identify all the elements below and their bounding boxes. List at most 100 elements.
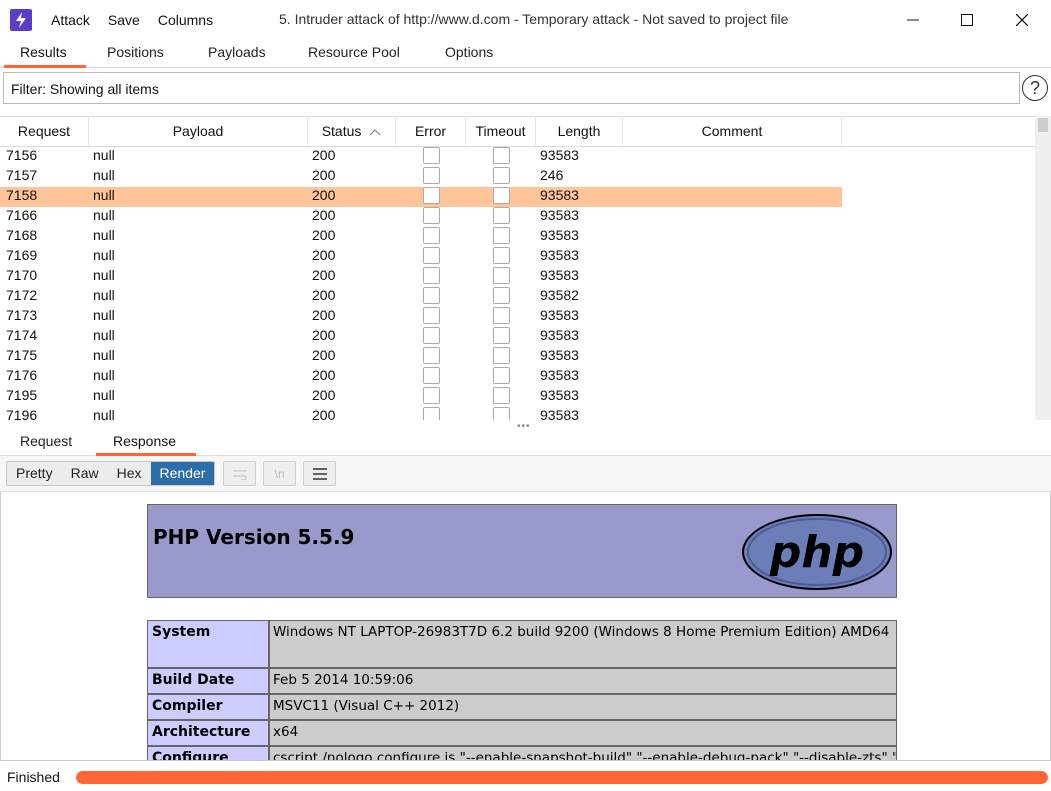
- cell-request: 7195: [6, 387, 38, 403]
- error-checkbox: [423, 387, 440, 404]
- php-logo: php: [742, 514, 892, 590]
- table-row[interactable]: 7169 null 200 93583: [0, 247, 842, 267]
- render-button[interactable]: Render: [150, 462, 215, 485]
- php-info-value: Windows NT LAPTOP-26983T7D 6.2 build 920…: [269, 620, 897, 668]
- tab-response[interactable]: Response: [113, 433, 176, 449]
- cell-status: 200: [312, 247, 336, 263]
- column-header-status[interactable]: Status: [308, 117, 396, 147]
- cell-request: 7196: [6, 407, 38, 420]
- table-row[interactable]: 7172 null 200 93582: [0, 287, 842, 307]
- table-row[interactable]: 7157 null 200 246: [0, 167, 842, 187]
- view-mode-group: Pretty Raw Hex Render: [6, 461, 216, 486]
- table-row[interactable]: 7168 null 200 93583: [0, 227, 842, 247]
- cell-request: 7173: [6, 307, 38, 323]
- cell-request: 7175: [6, 347, 38, 363]
- table-row[interactable]: 7170 null 200 93583: [0, 267, 842, 287]
- filter-bar[interactable]: Filter: Showing all items: [3, 72, 1020, 104]
- menu-columns[interactable]: Columns: [158, 12, 213, 28]
- cell-length: 93583: [540, 147, 579, 163]
- cell-length: 93583: [540, 347, 579, 363]
- cell-request: 7156: [6, 147, 38, 163]
- php-info-row: Architecture x64: [147, 720, 897, 746]
- sort-ascending-icon: [369, 129, 381, 136]
- column-header-comment[interactable]: Comment: [623, 117, 842, 147]
- menu-button[interactable]: [303, 461, 336, 486]
- timeout-checkbox: [493, 407, 510, 420]
- timeout-checkbox: [493, 327, 510, 344]
- close-button[interactable]: [999, 0, 1045, 40]
- table-row[interactable]: 7176 null 200 93583: [0, 367, 842, 387]
- timeout-checkbox: [493, 267, 510, 284]
- cell-status: 200: [312, 227, 336, 243]
- error-checkbox: [423, 287, 440, 304]
- tab-request[interactable]: Request: [20, 433, 72, 449]
- menu-attack[interactable]: Attack: [51, 12, 90, 28]
- pretty-button[interactable]: Pretty: [7, 462, 62, 485]
- cell-length: 93583: [540, 187, 579, 203]
- minimize-icon: [907, 19, 919, 21]
- cell-payload: null: [93, 407, 115, 420]
- table-row[interactable]: 7175 null 200 93583: [0, 347, 842, 367]
- php-info-value: cscript /nologo configure.js "--enable-s…: [269, 746, 897, 760]
- cell-status: 200: [312, 287, 336, 303]
- timeout-checkbox: [493, 367, 510, 384]
- error-checkbox: [423, 307, 440, 324]
- column-header-request[interactable]: Request: [0, 117, 89, 147]
- cell-length: 93582: [540, 287, 579, 303]
- table-row[interactable]: 7174 null 200 93583: [0, 327, 842, 347]
- error-checkbox: [423, 247, 440, 264]
- tab-options[interactable]: Options: [445, 44, 493, 60]
- column-header-payload[interactable]: Payload: [89, 117, 308, 147]
- cell-status: 200: [312, 267, 336, 283]
- timeout-checkbox: [493, 387, 510, 404]
- cell-request: 7157: [6, 167, 38, 183]
- menu-save[interactable]: Save: [108, 12, 140, 28]
- results-table: Request Payload Status Error Timeout Len…: [0, 116, 1035, 420]
- render-pane[interactable]: PHP Version 5.5.9 php System Windows NT L…: [0, 492, 1051, 760]
- cell-length: 93583: [540, 227, 579, 243]
- error-checkbox: [423, 407, 440, 420]
- help-icon[interactable]: ?: [1022, 75, 1048, 101]
- tab-resource-pool[interactable]: Resource Pool: [308, 44, 400, 60]
- php-info-key: Build Date: [147, 668, 269, 694]
- column-header-timeout[interactable]: Timeout: [466, 117, 536, 147]
- detail-tabs: Request Response: [0, 428, 1051, 456]
- table-row[interactable]: 7156 null 200 93583: [0, 147, 842, 167]
- cell-length: 246: [540, 167, 564, 183]
- error-checkbox: [423, 367, 440, 384]
- status-text: Finished: [7, 769, 60, 785]
- cell-payload: null: [93, 227, 115, 243]
- table-row[interactable]: 7158 null 200 93583: [0, 187, 842, 207]
- cell-payload: null: [93, 347, 115, 363]
- column-header-length[interactable]: Length: [536, 117, 623, 147]
- table-row[interactable]: 7195 null 200 93583: [0, 387, 842, 407]
- table-row[interactable]: 7196 null 200 93583: [0, 407, 842, 420]
- scrollbar-thumb[interactable]: [1038, 118, 1048, 132]
- table-row[interactable]: 7166 null 200 93583: [0, 207, 842, 227]
- tab-results[interactable]: Results: [20, 44, 67, 60]
- timeout-checkbox: [493, 227, 510, 244]
- minimize-button[interactable]: [890, 0, 936, 40]
- maximize-button[interactable]: [944, 0, 990, 40]
- column-header-error[interactable]: Error: [396, 117, 466, 147]
- raw-button[interactable]: Raw: [62, 462, 108, 485]
- cell-length: 93583: [540, 207, 579, 223]
- table-row[interactable]: 7173 null 200 93583: [0, 307, 842, 327]
- wrap-button[interactable]: [223, 461, 256, 486]
- error-checkbox: [423, 187, 440, 204]
- table-scrollbar[interactable]: [1035, 116, 1051, 420]
- cell-payload: null: [93, 287, 115, 303]
- wrap-icon: [232, 470, 247, 480]
- newline-button[interactable]: \n: [263, 461, 296, 486]
- tab-positions[interactable]: Positions: [107, 44, 164, 60]
- hex-button[interactable]: Hex: [108, 462, 151, 485]
- php-info-key: Architecture: [147, 720, 269, 746]
- php-info-value: Feb 5 2014 10:59:06: [269, 668, 897, 694]
- timeout-checkbox: [493, 307, 510, 324]
- progress-fill: [76, 771, 1048, 784]
- tab-payloads[interactable]: Payloads: [208, 44, 266, 60]
- error-checkbox: [423, 167, 440, 184]
- title-bar: Attack Save Columns 5. Intruder attack o…: [0, 0, 1051, 40]
- maximize-icon: [961, 14, 973, 26]
- cell-payload: null: [93, 327, 115, 343]
